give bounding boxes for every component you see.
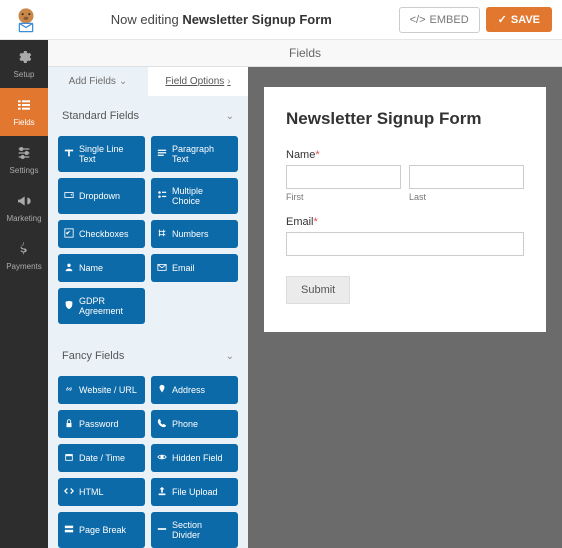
first-name-input[interactable] — [286, 165, 401, 189]
paragraph-icon — [157, 148, 167, 160]
gear-icon — [16, 49, 32, 67]
sliders-icon — [16, 145, 32, 163]
submit-button[interactable]: Submit — [286, 276, 350, 304]
form-title: Newsletter Signup Form — [286, 109, 524, 129]
first-sublabel: First — [286, 192, 401, 202]
field-section-divider[interactable]: Section Divider — [151, 512, 238, 548]
eye-icon — [157, 452, 167, 464]
dollar-icon — [16, 241, 32, 259]
tab-field-options[interactable]: Field Options› — [148, 67, 248, 96]
form-preview: Newsletter Signup Form Name* First Last — [264, 87, 546, 332]
chevron-down-icon: ⌄ — [119, 76, 127, 87]
nav-payments[interactable]: Payments — [0, 232, 48, 280]
field-date-time[interactable]: Date / Time — [58, 444, 145, 472]
nav-marketing[interactable]: Marketing — [0, 184, 48, 232]
last-name-input[interactable] — [409, 165, 524, 189]
lock-icon — [64, 418, 74, 430]
email-label: Email* — [286, 216, 524, 228]
field-single-line-text[interactable]: Single Line Text — [58, 136, 145, 172]
field-email[interactable]: Email — [151, 254, 238, 282]
user-icon — [64, 262, 74, 274]
field-gdpr-agreement[interactable]: GDPR Agreement — [58, 288, 145, 324]
shield-icon — [64, 300, 74, 312]
chevron-down-icon: ⌄ — [226, 351, 234, 362]
code-icon: </> — [410, 14, 426, 26]
mail-icon — [157, 262, 167, 274]
field-password[interactable]: Password — [58, 410, 145, 438]
save-button[interactable]: ✓SAVE — [486, 7, 552, 32]
check-icon: ✓ — [498, 13, 507, 26]
phone-icon — [157, 418, 167, 430]
pin-icon — [157, 384, 167, 396]
bullhorn-icon — [16, 193, 32, 211]
email-input[interactable] — [286, 232, 524, 256]
field-paragraph-text[interactable]: Paragraph Text — [151, 136, 238, 172]
page-title: Now editing Newsletter Signup Form — [44, 12, 399, 27]
nav-setup[interactable]: Setup — [0, 40, 48, 88]
divider-icon — [157, 524, 167, 536]
field-dropdown[interactable]: Dropdown — [58, 178, 145, 214]
field-website-url[interactable]: Website / URL — [58, 376, 145, 404]
field-hidden-field[interactable]: Hidden Field — [151, 444, 238, 472]
field-phone[interactable]: Phone — [151, 410, 238, 438]
section-standard-fields[interactable]: Standard Fields⌄ — [48, 96, 248, 136]
check-icon — [64, 228, 74, 240]
text-icon — [64, 148, 74, 160]
field-address[interactable]: Address — [151, 376, 238, 404]
section-fancy-fields[interactable]: Fancy Fields⌄ — [48, 336, 248, 376]
field-multiple-choice[interactable]: Multiple Choice — [151, 178, 238, 214]
upload-icon — [157, 486, 167, 498]
list-icon — [16, 97, 32, 115]
field-file-upload[interactable]: File Upload — [151, 478, 238, 506]
radio-icon — [157, 190, 167, 202]
link-icon — [64, 384, 74, 396]
chevron-down-icon: ⌄ — [226, 111, 234, 122]
fields-header: Fields — [48, 40, 562, 67]
field-page-break[interactable]: Page Break — [58, 512, 145, 548]
field-name[interactable]: Name — [58, 254, 145, 282]
nav-settings[interactable]: Settings — [0, 136, 48, 184]
field-checkboxes[interactable]: Checkboxes — [58, 220, 145, 248]
calendar-icon — [64, 452, 74, 464]
chevron-right-icon: › — [227, 76, 230, 87]
name-label: Name* — [286, 149, 524, 161]
field-numbers[interactable]: Numbers — [151, 220, 238, 248]
embed-button[interactable]: </>EMBED — [399, 7, 480, 33]
dropdown-icon — [64, 190, 74, 202]
break-icon — [64, 524, 74, 536]
field-html[interactable]: HTML — [58, 478, 145, 506]
hash-icon — [157, 228, 167, 240]
last-sublabel: Last — [409, 192, 524, 202]
logo-icon — [8, 5, 44, 35]
nav-fields[interactable]: Fields — [0, 88, 48, 136]
tab-add-fields[interactable]: Add Fields⌄ — [48, 67, 148, 96]
code-icon — [64, 486, 74, 498]
